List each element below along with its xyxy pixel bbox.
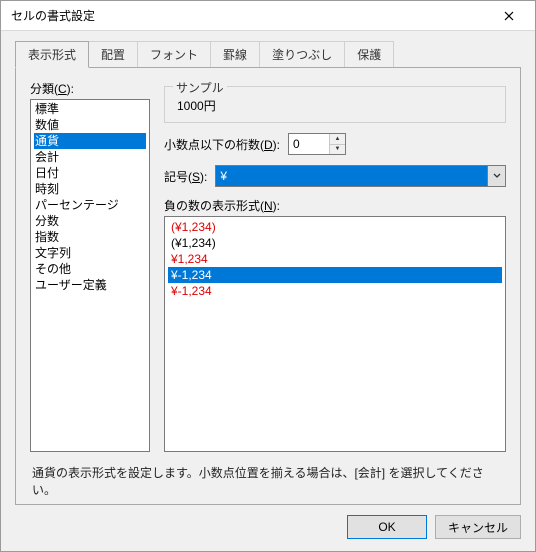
sample-legend: サンプル bbox=[173, 79, 227, 96]
tab-strip: 表示形式 配置 フォント 罫線 塗りつぶし 保護 bbox=[15, 41, 521, 67]
negative-format-item[interactable]: (¥1,234) bbox=[165, 235, 505, 251]
tab-protect[interactable]: 保護 bbox=[344, 41, 394, 67]
tab-border[interactable]: 罫線 bbox=[210, 41, 260, 67]
tab-panel-display: 分類(C): 標準数値通貨会計日付時刻パーセンテージ分数指数文字列その他ユーザー… bbox=[15, 67, 521, 505]
category-column: 分類(C): 標準数値通貨会計日付時刻パーセンテージ分数指数文字列その他ユーザー… bbox=[30, 80, 150, 452]
close-button[interactable] bbox=[489, 4, 529, 28]
symbol-dropdown-arrow[interactable] bbox=[488, 165, 506, 187]
symbol-combobox[interactable]: ¥ bbox=[215, 165, 506, 187]
negative-format-item[interactable]: ¥-1,234 bbox=[165, 283, 505, 299]
symbol-row: 記号(S): ¥ bbox=[164, 165, 506, 187]
button-row: OK キャンセル bbox=[1, 505, 535, 551]
dialog-title: セルの書式設定 bbox=[11, 7, 489, 24]
negative-format-item[interactable]: ¥-1,234 bbox=[168, 267, 502, 283]
cancel-button[interactable]: キャンセル bbox=[435, 515, 521, 539]
category-item[interactable]: ユーザー定義 bbox=[31, 277, 149, 293]
category-item[interactable]: 数値 bbox=[31, 117, 149, 133]
category-item[interactable]: 文字列 bbox=[31, 245, 149, 261]
category-item[interactable]: 時刻 bbox=[31, 181, 149, 197]
category-item[interactable]: 通貨 bbox=[34, 133, 146, 149]
negative-format-item[interactable]: ¥1,234 bbox=[165, 251, 505, 267]
ok-button[interactable]: OK bbox=[347, 515, 427, 539]
sample-group: サンプル 1000円 bbox=[164, 86, 506, 123]
category-item[interactable]: パーセンテージ bbox=[31, 197, 149, 213]
tab-align[interactable]: 配置 bbox=[88, 41, 138, 67]
category-item[interactable]: 会計 bbox=[31, 149, 149, 165]
sample-value: 1000円 bbox=[175, 97, 495, 114]
symbol-value: ¥ bbox=[215, 165, 488, 187]
panel-top: 分類(C): 標準数値通貨会計日付時刻パーセンテージ分数指数文字列その他ユーザー… bbox=[30, 80, 506, 452]
tab-display[interactable]: 表示形式 bbox=[15, 41, 89, 68]
dialog-content: 表示形式 配置 フォント 罫線 塗りつぶし 保護 分類(C): 標準数値通貨会計… bbox=[1, 31, 535, 505]
symbol-label: 記号(S): bbox=[164, 168, 207, 185]
category-label: 分類(C): bbox=[30, 80, 150, 97]
category-item[interactable]: その他 bbox=[31, 261, 149, 277]
titlebar: セルの書式設定 bbox=[1, 1, 535, 31]
category-listbox[interactable]: 標準数値通貨会計日付時刻パーセンテージ分数指数文字列その他ユーザー定義 bbox=[30, 99, 150, 452]
tab-font[interactable]: フォント bbox=[137, 41, 211, 67]
category-item[interactable]: 指数 bbox=[31, 229, 149, 245]
description-text: 通貨の表示形式を設定します。小数点位置を揃える場合は、[会計] を選択してくださ… bbox=[30, 452, 506, 492]
decimals-input[interactable] bbox=[289, 134, 329, 154]
category-item[interactable]: 分数 bbox=[31, 213, 149, 229]
category-item[interactable]: 標準 bbox=[31, 101, 149, 117]
negative-label: 負の数の表示形式(N): bbox=[164, 197, 506, 214]
decimals-label: 小数点以下の桁数(D): bbox=[164, 136, 280, 153]
options-column: サンプル 1000円 小数点以下の桁数(D): ▲ ▼ bbox=[164, 80, 506, 452]
spinner-down[interactable]: ▼ bbox=[330, 145, 345, 155]
decimals-row: 小数点以下の桁数(D): ▲ ▼ bbox=[164, 133, 506, 155]
chevron-down-icon bbox=[493, 173, 501, 179]
tab-fill[interactable]: 塗りつぶし bbox=[259, 41, 345, 67]
negative-format-item[interactable]: (¥1,234) bbox=[165, 219, 505, 235]
format-cells-dialog: セルの書式設定 表示形式 配置 フォント 罫線 塗りつぶし 保護 分類(C): … bbox=[0, 0, 536, 552]
category-item[interactable]: 日付 bbox=[31, 165, 149, 181]
spinner-up[interactable]: ▲ bbox=[330, 134, 345, 145]
spinner-buttons: ▲ ▼ bbox=[329, 134, 345, 154]
negative-format-listbox[interactable]: (¥1,234)(¥1,234)¥1,234¥-1,234¥-1,234 bbox=[164, 216, 506, 452]
decimals-spinner[interactable]: ▲ ▼ bbox=[288, 133, 346, 155]
close-icon bbox=[504, 11, 514, 21]
